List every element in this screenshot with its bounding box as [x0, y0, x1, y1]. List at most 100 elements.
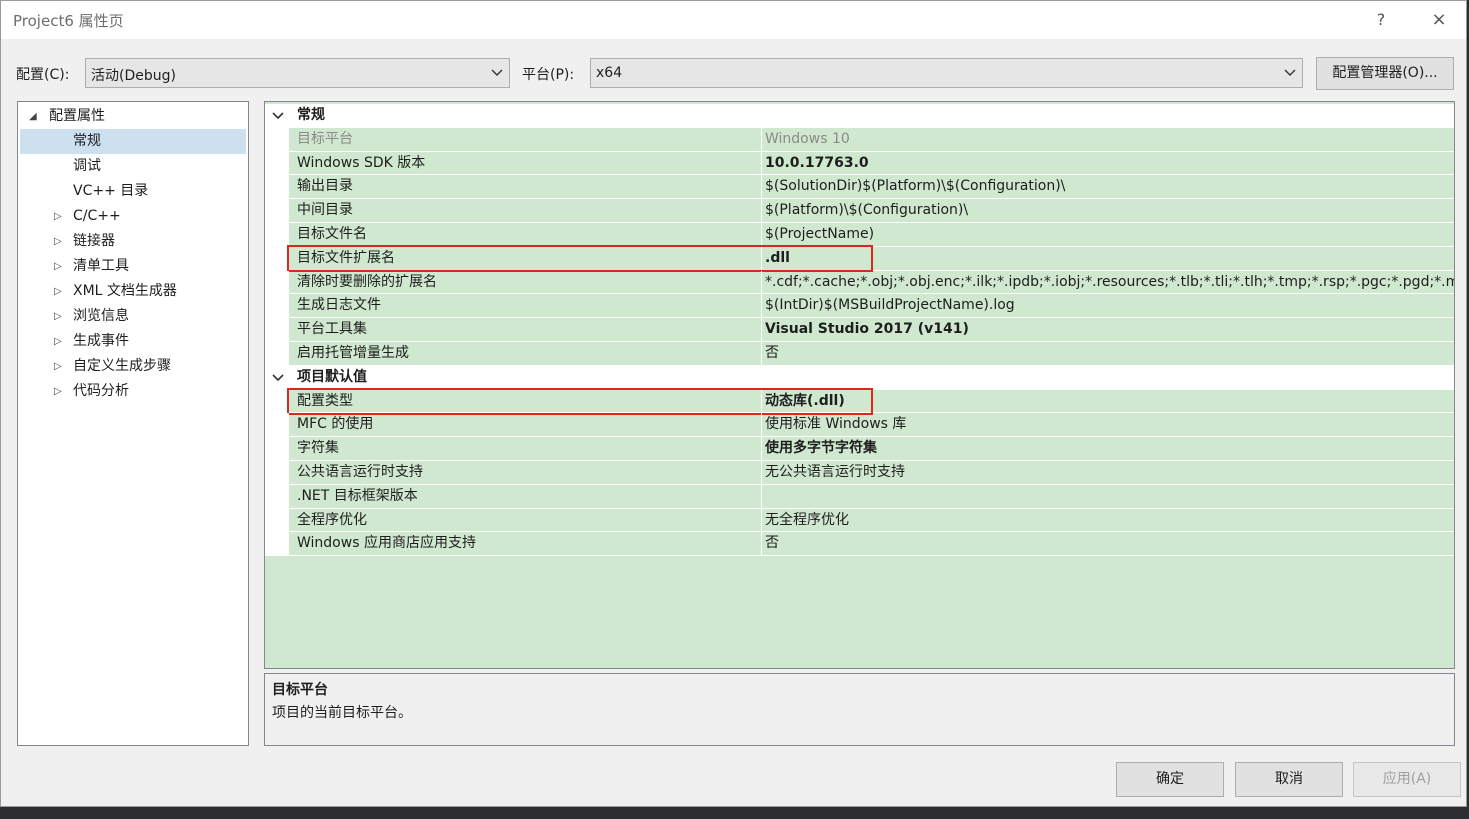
property-name: 字符集 [297, 440, 339, 457]
config-dropdown[interactable]: 活动(Debug) [85, 58, 510, 88]
expand-arrow-icon[interactable]: ▷ [54, 329, 62, 354]
tree-item[interactable]: 调试 [20, 154, 246, 179]
help-icon[interactable]: ? [1361, 7, 1401, 33]
column-divider[interactable] [761, 127, 762, 151]
property-row[interactable]: 清除时要删除的扩展名 *.cdf;*.cache;*.obj;*.obj.enc;… [265, 270, 1454, 295]
column-divider[interactable] [761, 318, 762, 341]
expanded-arrow-icon[interactable]: ◢ [29, 104, 37, 129]
close-icon[interactable]: × [1419, 7, 1459, 33]
property-value[interactable]: 10.0.17763.0 [765, 152, 1454, 175]
expand-arrow-icon[interactable]: ▷ [54, 204, 62, 229]
collapse-chevron-icon[interactable] [272, 366, 284, 389]
tree-item-label: 浏览信息 [73, 308, 129, 324]
property-row[interactable]: 目标文件扩展名 .dll [265, 246, 1454, 271]
property-name: 平台工具集 [297, 321, 367, 338]
property-row[interactable]: Windows 应用商店应用支持 否 [265, 532, 1454, 557]
property-value[interactable]: *.cdf;*.cache;*.obj;*.obj.enc;*.ilk;*.ip… [765, 271, 1454, 294]
property-value[interactable]: 无公共语言运行时支持 [765, 461, 1454, 484]
property-row[interactable]: 全程序优化 无全程序优化 [265, 508, 1454, 533]
category-tree[interactable]: ◢ 配置属性 常规 调试 VC++ 目录 ▷ C/C++ ▷ 链接器 ▷ 清单工具 ▷ XML 文档… [17, 101, 249, 746]
tree-item[interactable]: ▷ 浏览信息 [20, 304, 246, 329]
property-row[interactable]: 生成日志文件 $(IntDir)$(MSBuildProjectName).log [265, 294, 1454, 319]
property-row[interactable]: Windows SDK 版本 10.0.17763.0 [265, 151, 1454, 176]
ok-button[interactable]: 确定 [1116, 762, 1224, 797]
column-divider[interactable] [761, 246, 762, 270]
tree-item-label: 代码分析 [73, 383, 129, 399]
tree-item[interactable]: ▷ 链接器 [20, 229, 246, 254]
property-row[interactable]: 字符集 使用多字节字符集 [265, 437, 1454, 461]
tree-root-config-properties[interactable]: ◢ 配置属性 [18, 104, 248, 129]
property-value[interactable]: $(SolutionDir)$(Platform)\$(Configuratio… [765, 175, 1454, 198]
property-value[interactable]: Visual Studio 2017 (v141) [765, 318, 1454, 341]
property-value[interactable]: $(IntDir)$(MSBuildProjectName).log [765, 294, 1454, 317]
collapse-chevron-icon[interactable] [272, 104, 284, 127]
column-divider[interactable] [761, 389, 762, 413]
column-divider[interactable] [761, 175, 762, 199]
property-value[interactable]: .dll [765, 247, 1454, 270]
column-divider[interactable] [761, 508, 762, 532]
property-row[interactable]: .NET 目标框架版本 [265, 484, 1454, 509]
expand-arrow-icon[interactable]: ▷ [54, 229, 62, 254]
expand-arrow-icon[interactable]: ▷ [54, 354, 62, 379]
column-divider[interactable] [761, 294, 762, 318]
tree-item[interactable]: 常规 [20, 129, 246, 154]
property-row[interactable]: 启用托管增量生成 否 [265, 342, 1454, 366]
property-value[interactable]: 否 [765, 342, 1454, 365]
property-value[interactable]: 动态库(.dll) [765, 390, 1454, 413]
property-row[interactable]: 目标平台 Windows 10 [265, 127, 1454, 152]
column-divider[interactable] [761, 199, 762, 222]
column-divider[interactable] [761, 437, 762, 460]
column-divider[interactable] [761, 223, 762, 246]
property-value[interactable]: $(Platform)\$(Configuration)\ [765, 199, 1454, 222]
column-divider[interactable] [761, 461, 762, 484]
property-row[interactable]: MFC 的使用 使用标准 Windows 库 [265, 413, 1454, 438]
apply-button[interactable]: 应用(A) [1353, 762, 1461, 797]
tree-item[interactable]: ▷ 清单工具 [20, 254, 246, 279]
taskbar-edge [0, 807, 1469, 819]
property-row[interactable]: 公共语言运行时支持 无公共语言运行时支持 [265, 461, 1454, 485]
column-divider[interactable] [761, 532, 762, 556]
property-row[interactable]: 配置类型 动态库(.dll) [265, 389, 1454, 414]
row-gutter [265, 175, 289, 199]
property-grid[interactable]: 常规 目标平台 Windows 10 Windows SDK 版本 10.0.17763… [264, 101, 1455, 669]
property-value[interactable]: $(ProjectName) [765, 223, 1454, 246]
tree-item[interactable]: VC++ 目录 [20, 179, 246, 204]
column-divider[interactable] [761, 270, 762, 294]
expand-arrow-icon[interactable]: ▷ [54, 304, 62, 329]
property-row[interactable]: 中间目录 $(Platform)\$(Configuration)\ [265, 199, 1454, 223]
property-name: 清除时要删除的扩展名 [297, 273, 437, 290]
tree-item-label: 生成事件 [73, 333, 129, 349]
tree-item[interactable]: ▷ 自定义生成步骤 [20, 354, 246, 379]
expand-arrow-icon[interactable]: ▷ [54, 279, 62, 304]
category-row[interactable]: 项目默认值 [265, 365, 1454, 390]
tree-item[interactable]: ▷ 生成事件 [20, 329, 246, 354]
property-value[interactable]: 否 [765, 532, 1454, 555]
tree-item[interactable]: ▷ XML 文档生成器 [20, 279, 246, 304]
property-row[interactable]: 平台工具集 Visual Studio 2017 (v141) [265, 318, 1454, 342]
property-value[interactable]: 使用标准 Windows 库 [765, 413, 1454, 436]
property-name: 输出目录 [297, 178, 353, 195]
config-value: 活动(Debug) [91, 68, 176, 84]
tree-item[interactable]: ▷ C/C++ [20, 204, 246, 229]
property-value[interactable]: 无全程序优化 [765, 509, 1454, 532]
property-value[interactable]: 使用多字节字符集 [765, 437, 1454, 460]
column-divider[interactable] [761, 413, 762, 437]
description-text: 项目的当前目标平台。 [272, 705, 412, 721]
property-value[interactable]: Windows 10 [765, 128, 1454, 151]
description-pane: 目标平台 项目的当前目标平台。 [264, 673, 1455, 746]
column-divider[interactable] [761, 151, 762, 175]
expand-arrow-icon[interactable]: ▷ [54, 379, 62, 404]
property-name: 配置类型 [297, 392, 353, 409]
property-row[interactable]: 目标文件名 $(ProjectName) [265, 223, 1454, 247]
expand-arrow-icon[interactable]: ▷ [54, 254, 62, 279]
platform-dropdown[interactable]: x64 [590, 58, 1303, 88]
row-gutter [265, 437, 289, 460]
property-row[interactable]: 输出目录 $(SolutionDir)$(Platform)\$(Configur… [265, 175, 1454, 200]
tree-item[interactable]: ▷ 代码分析 [20, 379, 246, 404]
config-manager-button[interactable]: 配置管理器(O)... [1316, 57, 1454, 90]
cancel-button[interactable]: 取消 [1235, 762, 1343, 797]
column-divider[interactable] [761, 342, 762, 365]
category-row[interactable]: 常规 [265, 104, 1454, 128]
platform-value: x64 [596, 65, 623, 81]
column-divider[interactable] [761, 484, 762, 508]
